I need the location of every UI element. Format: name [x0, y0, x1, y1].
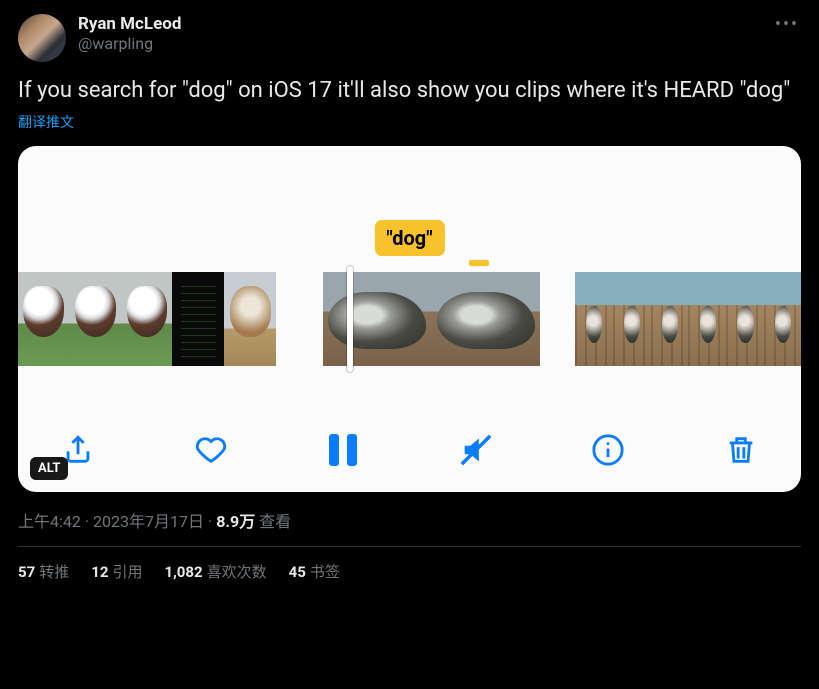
playhead[interactable] — [347, 266, 353, 372]
retweets-label: 转推 — [39, 563, 69, 581]
alt-badge[interactable]: ALT — [30, 457, 68, 480]
highlight-marker — [469, 260, 489, 266]
tweet-meta: 上午4:42·2023年7月17日·8.9万 查看 — [18, 508, 801, 547]
clip-frame[interactable] — [172, 272, 224, 366]
clip-frame[interactable] — [687, 272, 725, 366]
clip-frame[interactable] — [69, 272, 121, 366]
video-filmstrip[interactable] — [18, 272, 801, 366]
media-card[interactable]: "dog" — [18, 146, 801, 492]
speaker-muted-icon[interactable] — [456, 430, 496, 470]
heart-icon[interactable] — [191, 430, 231, 470]
tweet-stats: 57转推 12引用 1,082 喜欢次数 45书签 — [18, 547, 801, 596]
tweet-container: Ryan McLeod @warpling ••• If you search … — [0, 0, 819, 596]
clip-frame[interactable] — [575, 272, 612, 366]
clip-frame[interactable] — [725, 272, 763, 366]
clip-group-1[interactable] — [18, 272, 276, 366]
stat-quotes[interactable]: 12引用 — [91, 561, 142, 582]
clip-frame[interactable] — [650, 272, 688, 366]
quotes-count: 12 — [91, 563, 108, 581]
views-label: 查看 — [259, 512, 291, 531]
bookmarks-label: 书签 — [310, 563, 340, 581]
tweet-header: Ryan McLeod @warpling ••• — [18, 14, 801, 62]
clip-frame[interactable] — [224, 272, 276, 366]
tweet-time[interactable]: 上午4:42 — [18, 512, 81, 531]
clip-frame[interactable] — [431, 272, 540, 366]
media-toolbar — [18, 430, 801, 470]
views-count: 8.9万 — [216, 512, 255, 531]
retweets-count: 57 — [18, 563, 35, 581]
stat-likes[interactable]: 1,082 喜欢次数 — [164, 561, 266, 582]
author-names[interactable]: Ryan McLeod @warpling — [78, 14, 773, 54]
likes-count: 1,082 — [164, 563, 202, 581]
clip-group-2[interactable] — [323, 272, 540, 366]
quotes-label: 引用 — [112, 563, 142, 581]
bookmarks-count: 45 — [289, 563, 306, 581]
clip-gap — [276, 272, 323, 366]
author-display-name: Ryan McLeod — [78, 14, 773, 34]
clip-frame[interactable] — [763, 272, 801, 366]
more-icon[interactable]: ••• — [773, 14, 801, 34]
likes-label: 喜欢次数 — [207, 563, 267, 581]
tweet-text: If you search for "dog" on iOS 17 it'll … — [18, 76, 801, 106]
clip-group-3[interactable] — [575, 272, 801, 366]
author-handle: @warpling — [78, 34, 773, 53]
stat-bookmarks[interactable]: 45书签 — [289, 561, 340, 582]
clip-frame[interactable] — [612, 272, 650, 366]
search-highlight-label: "dog" — [374, 220, 444, 256]
clip-frame[interactable] — [18, 272, 69, 366]
info-icon[interactable] — [588, 430, 628, 470]
clip-frame[interactable] — [121, 272, 173, 366]
trash-icon[interactable] — [721, 430, 761, 470]
tweet-date[interactable]: 2023年7月17日 — [93, 512, 204, 531]
pause-icon[interactable] — [323, 430, 363, 470]
clip-frame[interactable] — [323, 272, 431, 366]
stat-retweets[interactable]: 57转推 — [18, 561, 69, 582]
translate-link[interactable]: 翻译推文 — [18, 112, 801, 132]
avatar[interactable] — [18, 14, 66, 62]
